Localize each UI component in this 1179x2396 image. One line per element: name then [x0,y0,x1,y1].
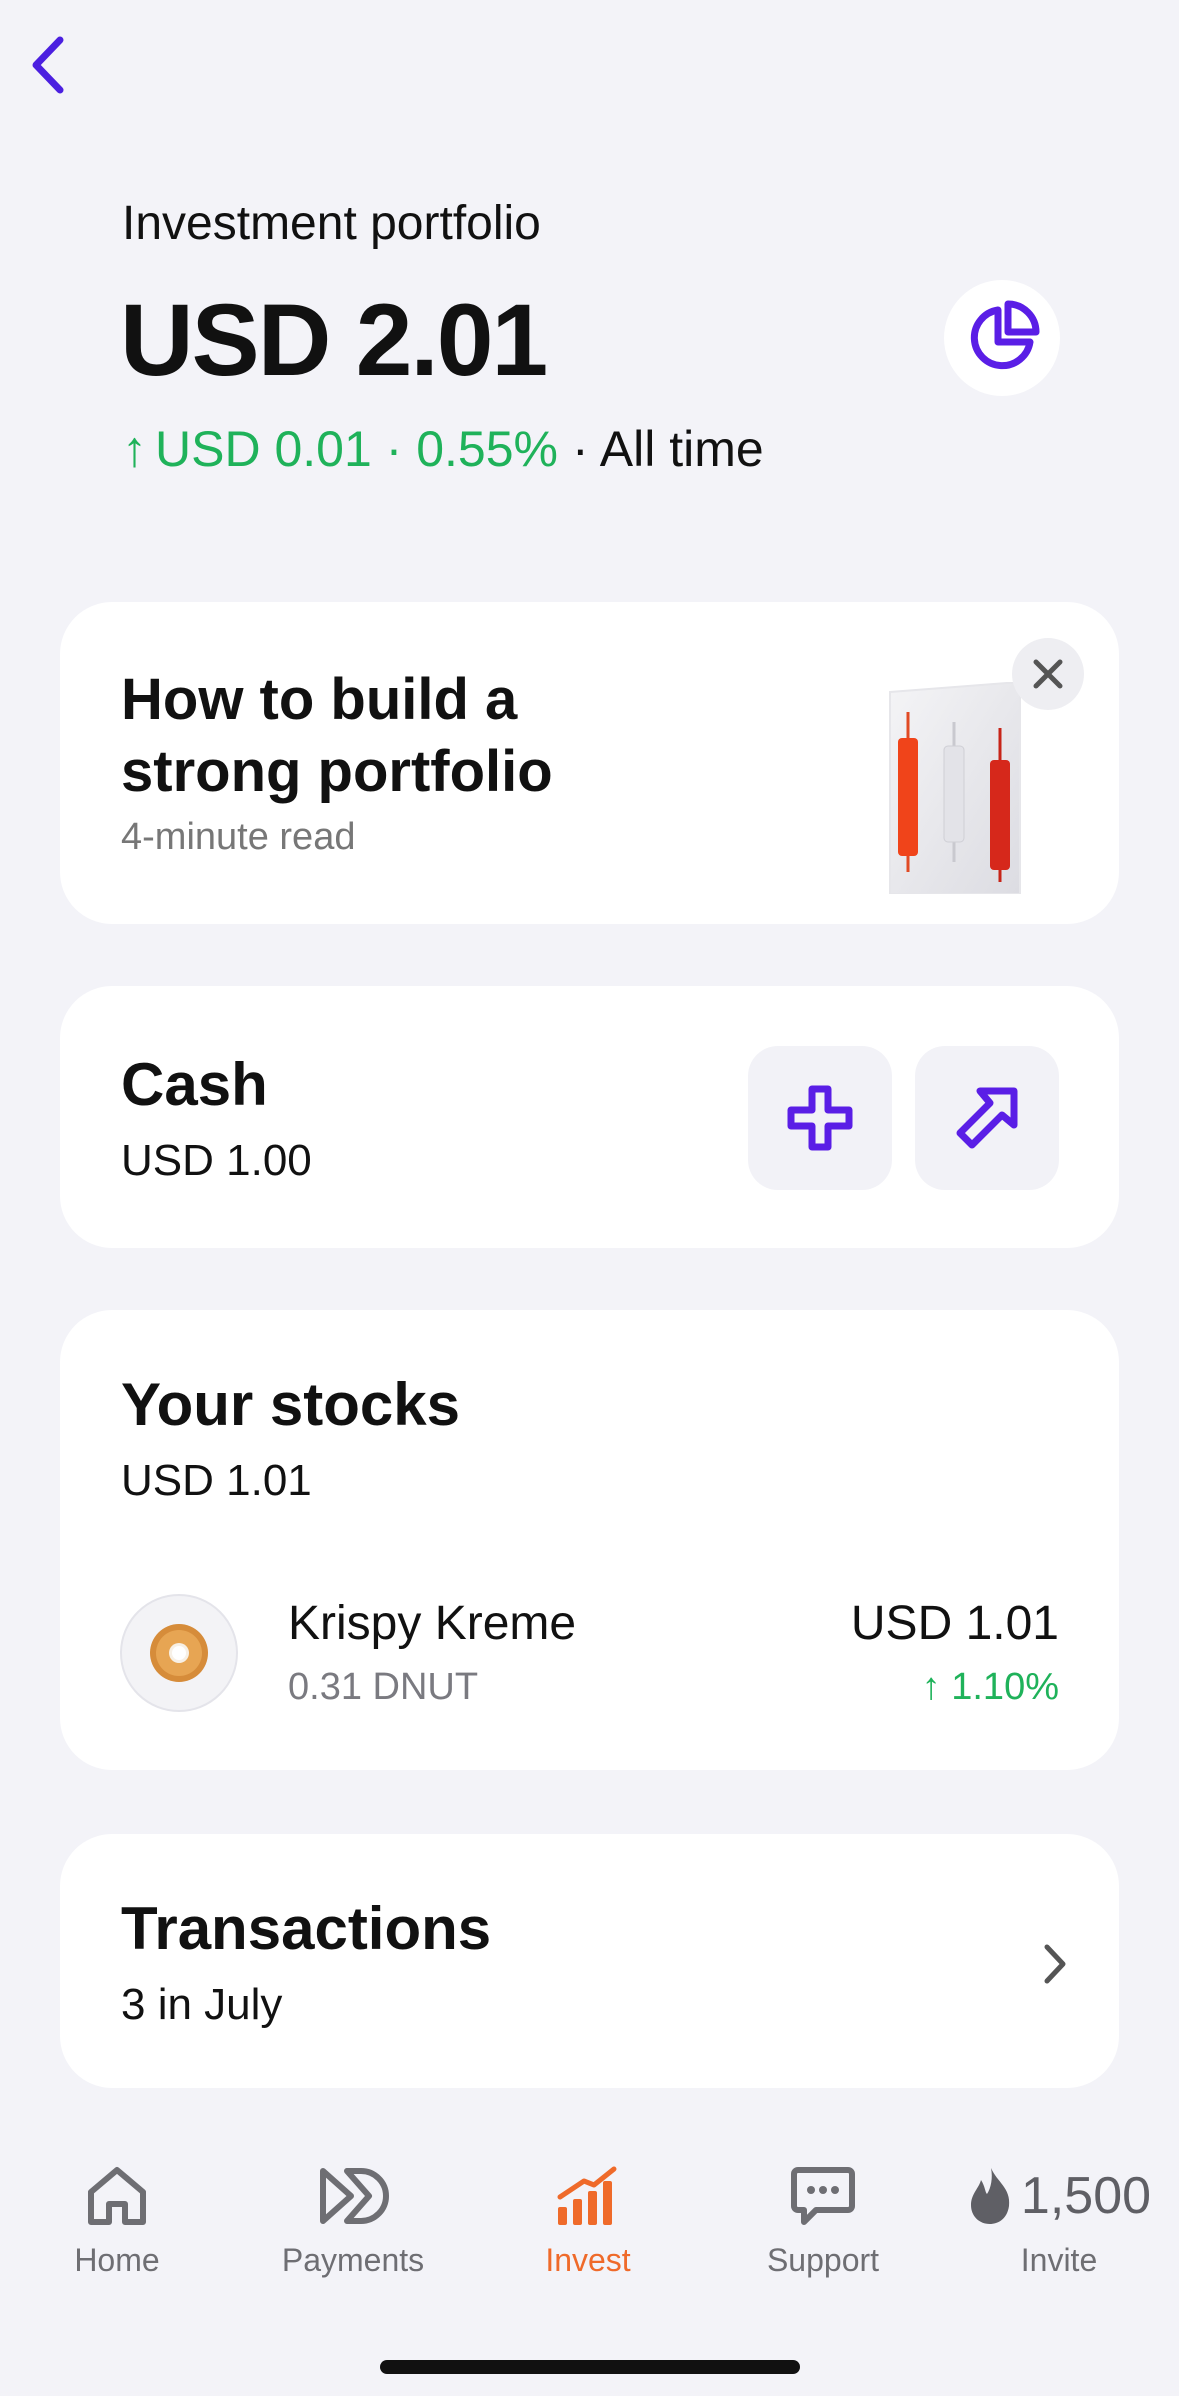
tab-support-label: Support [766,2242,880,2278]
add-cash-button[interactable] [748,1046,892,1190]
change-arrow: ↑ [122,421,147,477]
flame-icon [970,2168,1010,2224]
transactions-title: Transactions [121,1895,492,1962]
krispy-kreme-logo [120,1594,238,1712]
tab-bar: Home Payments Invest Support 1,500 Invit… [0,2140,1179,2396]
change-amount: USD 0.01 · 0.55% [155,421,558,477]
cash-card[interactable]: Cash USD 1.00 [60,986,1119,1248]
stocks-title: Your stocks [121,1371,460,1438]
stock-name: Krispy Kreme [288,1597,577,1650]
home-icon [88,2167,146,2225]
portfolio-total: USD 2.01 [120,283,548,397]
change-period: · All time [571,421,764,477]
analytics-button[interactable] [944,280,1060,396]
tab-invest[interactable]: Invest [488,2160,688,2279]
back-button[interactable] [18,30,78,100]
cash-value: USD 1.00 [121,1136,312,1185]
candlestick-illustration [870,680,1030,895]
tab-invite[interactable]: 1,500 Invite [959,2160,1159,2279]
transactions-card[interactable]: Transactions 3 in July [60,1834,1119,2088]
donut-icon [150,1624,208,1682]
tab-invest-label: Invest [545,2242,631,2278]
promo-read-time: 4-minute read [121,816,356,858]
invest-icon [557,2166,617,2225]
tab-payments[interactable]: Payments [253,2160,453,2279]
pie-chart-icon [970,300,1040,370]
payments-icon [320,2168,389,2224]
home-indicator [380,2360,800,2374]
chevron-left-icon [32,36,64,94]
cash-title: Cash [121,1051,268,1118]
stock-change: ↑ 1.10% [921,1666,1059,1708]
tab-home[interactable]: Home [17,2160,217,2279]
support-chat-icon [791,2167,855,2225]
stock-quantity: 0.31 DNUT [288,1666,479,1708]
transactions-count: 3 in July [121,1980,283,2029]
plus-icon [787,1085,853,1151]
tab-support[interactable]: Support [723,2160,923,2279]
close-icon [1033,659,1063,689]
stocks-card: Your stocks USD 1.01 Krispy Kreme 0.31 D… [60,1310,1119,1770]
promo-title: How to build a strong portfolio [121,667,553,804]
promo-close-button[interactable] [1012,638,1084,710]
tab-home-label: Home [74,2242,160,2278]
promo-card[interactable]: How to build a strong portfolio 4-minute… [60,602,1119,924]
send-cash-button[interactable] [915,1046,1059,1190]
tab-invite-label: Invite [1020,2242,1098,2278]
invite-count: 1,500 [1020,2167,1152,2225]
tab-payments-label: Payments [281,2242,425,2278]
portfolio-change: ↑ USD 0.01 · 0.55% · All time [122,420,764,478]
page-subtitle: Investment portfolio [122,197,541,250]
stocks-value: USD 1.01 [121,1456,312,1505]
arrow-up-right-icon [956,1087,1018,1149]
stock-price: USD 1.01 [850,1597,1059,1650]
chevron-right-icon [1030,1934,1080,1994]
